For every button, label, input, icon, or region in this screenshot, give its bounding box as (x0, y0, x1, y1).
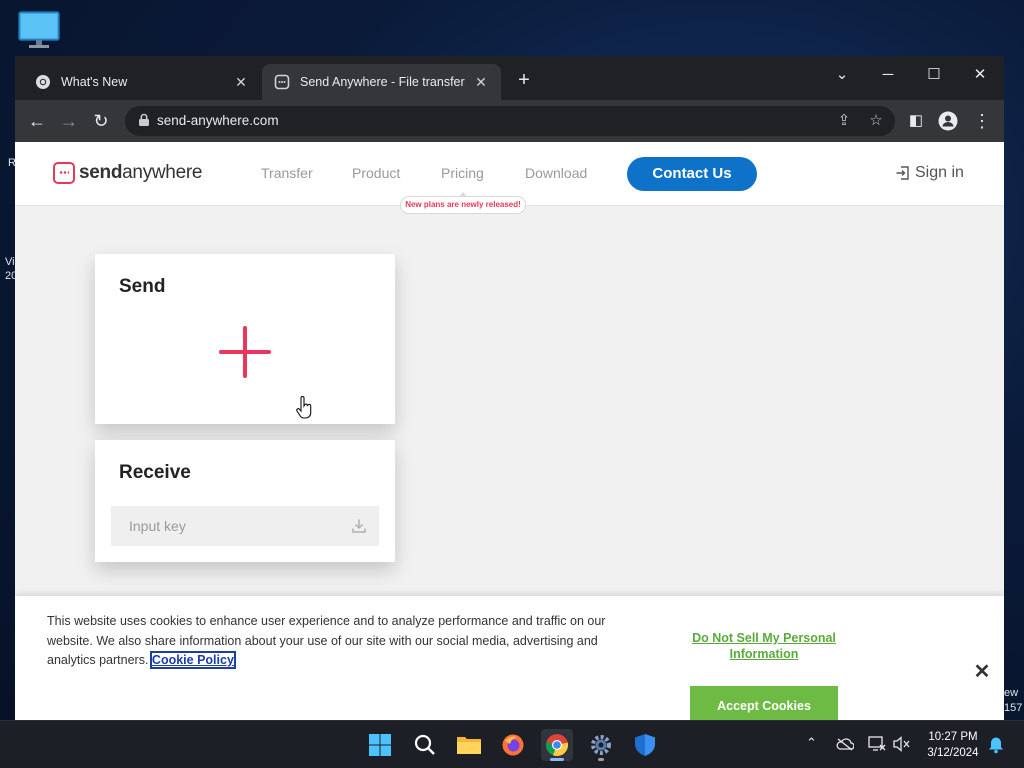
chrome-icon (546, 734, 569, 757)
tab-send-anywhere[interactable]: Send Anywhere - File transfer ✕ (262, 64, 501, 100)
chevron-up-icon[interactable]: ⌃ (806, 735, 817, 751)
active-app-indicator (550, 758, 564, 761)
tab-title: What's New (61, 75, 128, 89)
clock-time: 10:27 PM (928, 731, 978, 743)
bookmark-star-icon[interactable]: ☆ (866, 111, 886, 131)
tab-whats-new[interactable]: What's New ✕ (23, 64, 261, 100)
clock-date: 3/12/2024 (927, 747, 979, 759)
volume-muted-icon[interactable] (893, 736, 911, 752)
browser-toolbar: ← → ↻ send-anywhere.com ⇪ ☆ ◧ ⋮ (15, 100, 1004, 142)
close-window-button[interactable]: ✕ (957, 60, 1003, 90)
back-arrow-icon[interactable]: ← (25, 109, 49, 133)
system-clock[interactable]: 10:27 PM 3/12/2024 (920, 729, 986, 761)
chrome-icon (36, 75, 50, 89)
receive-card: Receive (95, 440, 395, 562)
sendanywhere-logo-icon (53, 162, 75, 184)
notification-bell-icon[interactable] (988, 736, 1004, 754)
nav-pricing[interactable]: Pricing (441, 165, 484, 181)
lock-icon[interactable] (138, 113, 150, 127)
desktop-text-fragment: ew (1004, 687, 1019, 699)
windows-start-icon (369, 734, 391, 756)
taskbar: ⌃ 10:27 PM 3/12/2024 (0, 720, 1024, 768)
download-icon[interactable] (351, 518, 367, 534)
start-button[interactable] (364, 729, 396, 761)
logo-wordmark: sendanywhere (79, 162, 202, 184)
contact-us-button[interactable]: Contact Us (627, 157, 757, 191)
cookie-message: This website uses cookies to enhance use… (47, 614, 606, 667)
desktop-text-fragment: 157 (1004, 702, 1023, 714)
logo-text-light: anywhere (122, 162, 203, 183)
desktop-text-fragment: Vi (5, 256, 15, 268)
tab-strip: What's New ✕ Send Anywhere - File transf… (15, 56, 1004, 100)
receive-card-title: Receive (119, 462, 191, 483)
browser-window: What's New ✕ Send Anywhere - File transf… (15, 56, 1004, 720)
taskbar-search-button[interactable] (409, 729, 441, 761)
share-icon[interactable]: ⇪ (834, 111, 854, 131)
chrome-taskbar-button[interactable] (541, 729, 573, 761)
tab-title: Send Anywhere - File transfer (300, 75, 465, 89)
hand-pointer-cursor-icon (296, 396, 312, 419)
firefox-icon (502, 734, 524, 756)
this-pc-desktop-icon[interactable] (17, 10, 61, 50)
nav-transfer[interactable]: Transfer (261, 165, 313, 181)
profile-avatar-icon[interactable] (938, 111, 958, 131)
send-card[interactable]: Send (95, 254, 395, 424)
sign-in-label: Sign in (915, 164, 964, 181)
forward-arrow-icon[interactable]: → (57, 109, 81, 133)
add-file-plus-icon[interactable] (219, 326, 271, 378)
new-tab-button[interactable]: + (513, 69, 535, 91)
accept-cookies-button[interactable]: Accept Cookies (690, 686, 838, 720)
sign-in-icon (896, 166, 909, 180)
sendanywhere-favicon (274, 74, 290, 90)
security-button[interactable] (629, 729, 661, 761)
settings-button[interactable] (585, 729, 617, 761)
sign-in-link[interactable]: Sign in (895, 164, 964, 182)
address-bar[interactable]: send-anywhere.com ⇪ ☆ (125, 106, 895, 136)
cookie-banner-text: This website uses cookies to enhance use… (47, 612, 647, 671)
sendanywhere-logo[interactable]: sendanywhere (53, 162, 202, 184)
pricing-new-badge: New plans are newly released! (400, 192, 526, 214)
close-tab-icon[interactable]: ✕ (473, 74, 489, 91)
url-text[interactable]: send-anywhere.com (157, 113, 279, 128)
input-key-input[interactable] (111, 506, 341, 546)
folder-icon (457, 737, 481, 754)
file-explorer-button[interactable] (453, 729, 485, 761)
search-icon (414, 734, 435, 755)
firefox-button[interactable] (497, 729, 529, 761)
network-icon[interactable] (868, 736, 886, 752)
running-app-indicator (598, 758, 604, 761)
side-panel-icon[interactable]: ◧ (904, 109, 928, 133)
close-banner-icon[interactable]: ✕ (972, 662, 992, 682)
input-key-field[interactable] (111, 506, 379, 546)
kebab-menu-icon[interactable]: ⋮ (970, 109, 994, 133)
cookie-banner: This website uses cookies to enhance use… (15, 596, 1004, 720)
reload-icon[interactable]: ↻ (89, 109, 113, 133)
gear-icon (591, 735, 611, 755)
nav-product[interactable]: Product (352, 165, 400, 181)
do-not-sell-link[interactable]: Do Not Sell My Personal Information (683, 630, 845, 662)
shield-icon (635, 734, 655, 756)
minimize-button[interactable]: ─ (865, 60, 911, 90)
tab-search-chevron-down-icon[interactable]: ⌄ (819, 60, 865, 90)
web-page: sendanywhere Transfer Product Pricing Do… (15, 142, 1004, 720)
close-tab-icon[interactable]: ✕ (233, 74, 249, 91)
nav-download[interactable]: Download (525, 165, 587, 181)
send-card-title: Send (119, 276, 166, 297)
cookie-policy-link[interactable]: Cookie Policy (149, 651, 236, 669)
logo-text-bold: send (79, 162, 123, 183)
onedrive-cloud-icon[interactable] (836, 737, 854, 751)
maximize-button[interactable]: ☐ (911, 60, 957, 90)
